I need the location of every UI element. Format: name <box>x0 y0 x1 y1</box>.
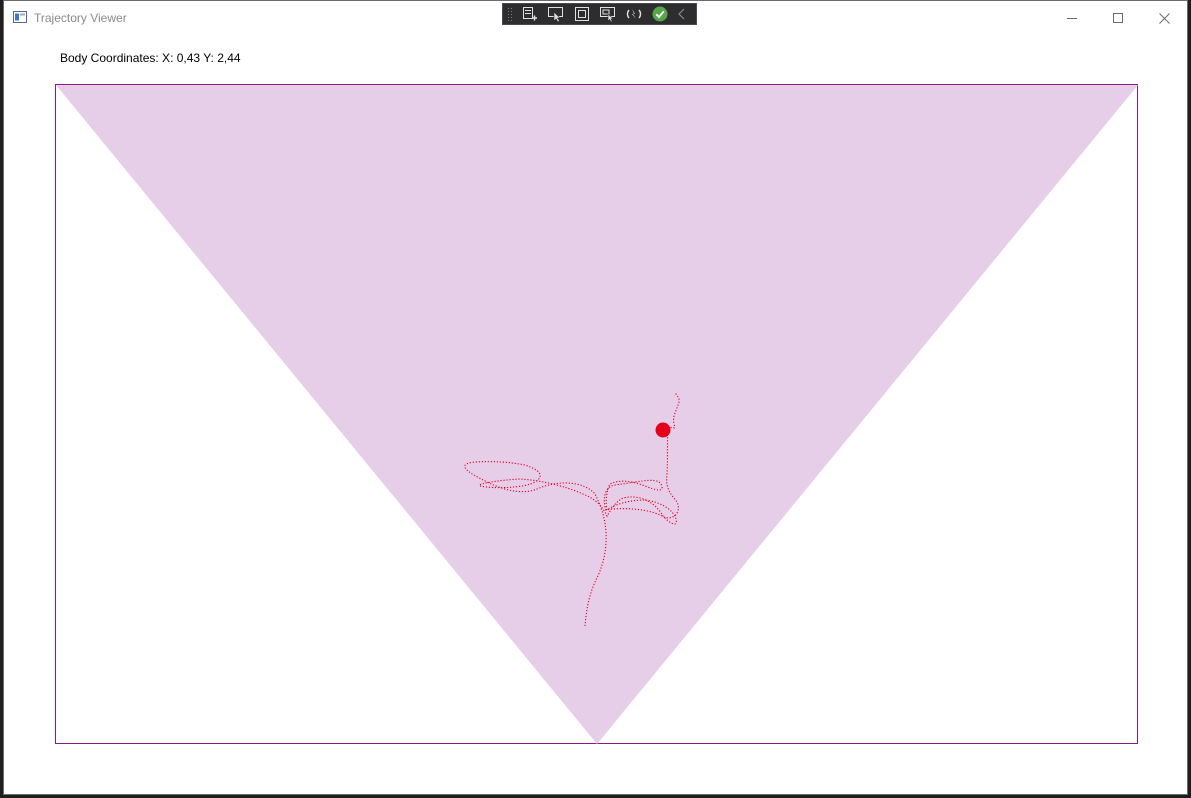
live-visual-tree-icon <box>523 7 537 21</box>
app-window: Trajectory Viewer Body Coordinates: X: 0… <box>3 0 1188 795</box>
app-window-icon <box>13 11 27 23</box>
body-position-marker <box>655 422 671 438</box>
collapse-toolbar-button[interactable] <box>675 4 689 24</box>
close-button[interactable] <box>1141 1 1187 35</box>
live-visual-tree-button[interactable] <box>519 4 541 24</box>
maximize-button[interactable] <box>1095 1 1141 35</box>
window-title: Trajectory Viewer <box>34 11 127 25</box>
toolbar-grip-icon[interactable] <box>507 6 513 22</box>
xaml-debug-toolbar <box>502 3 697 25</box>
collapse-chevron-icon <box>678 8 685 20</box>
display-adorners-button[interactable] <box>571 4 593 24</box>
hot-reload-icon <box>626 9 642 19</box>
trajectory-canvas[interactable] <box>55 84 1139 745</box>
minimize-button[interactable] <box>1049 1 1095 35</box>
body-coordinates-label: Body Coordinates: X: 0,43 Y: 2,44 <box>60 51 241 65</box>
close-icon <box>1158 12 1170 24</box>
hot-reload-button[interactable] <box>623 4 645 24</box>
display-layout-adorners-icon <box>575 7 589 21</box>
track-focused-element-button[interactable] <box>597 4 619 24</box>
maximize-icon <box>1113 13 1123 23</box>
select-element-button[interactable] <box>545 4 567 24</box>
select-element-icon <box>548 7 563 22</box>
minimize-icon <box>1067 18 1077 19</box>
binding-ok-check-icon <box>652 6 668 22</box>
track-focused-element-icon <box>600 7 615 22</box>
binding-status-button[interactable] <box>649 4 671 24</box>
